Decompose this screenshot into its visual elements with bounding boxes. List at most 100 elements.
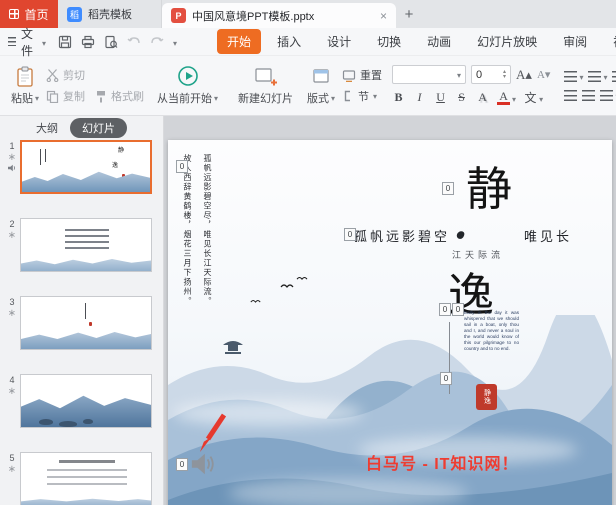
section-button[interactable]: 节 xyxy=(342,88,382,104)
transition-star-icon xyxy=(8,152,16,163)
slide-1-thumbnail[interactable]: 静 逸 xyxy=(20,140,152,194)
print-button[interactable] xyxy=(81,35,95,49)
ribbon-tab-insert[interactable]: 插入 xyxy=(267,29,311,54)
slide-panel: 大纲 幻灯片 1 静 逸 xyxy=(0,116,164,505)
thumb-mountains xyxy=(22,171,150,192)
slide-item-3[interactable]: 3 xyxy=(4,296,163,350)
bullets-button[interactable] xyxy=(564,69,583,83)
poem-text-column-2[interactable]: 孤帆远影碧空尽，唯见长江天际流。 xyxy=(202,154,213,322)
reset-button[interactable]: 重置 xyxy=(342,67,382,83)
text-tool-caret-icon xyxy=(539,91,543,105)
copy-icon xyxy=(46,90,59,103)
slide-thumbnail-list: 1 静 逸 2 xyxy=(0,140,163,505)
slide-2-thumbnail[interactable] xyxy=(20,218,152,272)
numbering-caret-icon xyxy=(603,69,607,83)
cut-label: 剪切 xyxy=(63,70,86,82)
decrease-font-size-button[interactable]: A▾ xyxy=(537,68,550,81)
title-char-jing[interactable]: 静 xyxy=(466,166,512,212)
red-seal-stamp[interactable]: 静逸 xyxy=(476,384,497,410)
new-slide-button[interactable]: 新建幻灯片 xyxy=(231,59,300,112)
animation-order-badge[interactable]: 0 xyxy=(344,228,356,241)
customize-toolbar-caret-icon[interactable] xyxy=(173,35,177,49)
slide-number: 2 xyxy=(9,219,15,229)
english-poem-text[interactable]: Early in the day it was whispered that w… xyxy=(464,310,519,352)
paste-button[interactable]: 粘贴 xyxy=(4,59,46,112)
text-shadow-button[interactable]: A xyxy=(476,90,489,105)
slide-item-5[interactable]: 5 xyxy=(4,452,163,505)
font-size-value: 0 xyxy=(476,68,483,81)
font-family-combobox[interactable] xyxy=(392,65,467,84)
animation-order-badge[interactable]: 0 xyxy=(442,182,454,195)
cut-button[interactable]: 剪切 xyxy=(46,67,144,83)
animation-order-badge[interactable]: 0 xyxy=(439,303,451,316)
thumb-seal xyxy=(89,322,92,326)
quick-access-toolbar xyxy=(58,35,177,49)
red-annotation-arrow xyxy=(200,413,227,452)
tab-presentation-file[interactable]: 中国风意境PPT模板.pptx × xyxy=(162,3,396,28)
layout-button[interactable]: 版式 xyxy=(300,59,342,112)
slide-3-thumbnail[interactable] xyxy=(20,296,152,350)
numbering-icon xyxy=(588,70,602,82)
print-preview-button[interactable] xyxy=(104,35,118,49)
copy-button[interactable]: 复制 xyxy=(46,88,85,104)
poem-text-column-1[interactable]: 故人西辞黄鹤楼，烟花三月下扬州。 xyxy=(182,154,193,322)
align-left-button[interactable] xyxy=(564,89,578,101)
close-tab-icon[interactable]: × xyxy=(380,9,387,23)
animation-order-badge[interactable]: 0 xyxy=(176,160,188,173)
thumb-mountains xyxy=(21,332,151,349)
line-spacing-button[interactable] xyxy=(612,69,616,83)
font-size-combobox[interactable]: 0 ▴ ▾ xyxy=(471,65,512,84)
caption-sub-text[interactable]: 江天际流 xyxy=(452,248,504,261)
animation-order-badge[interactable]: 0 xyxy=(452,303,464,316)
tab-outline[interactable]: 大纲 xyxy=(36,120,58,136)
ribbon-tab-slideshow[interactable]: 幻灯片放映 xyxy=(467,29,547,54)
tab-docer-templates[interactable]: 稻壳模板 xyxy=(58,0,162,28)
layout-icon xyxy=(313,68,329,83)
new-tab-button[interactable]: + xyxy=(396,0,422,28)
increase-font-size-button[interactable]: A▴ xyxy=(516,67,532,83)
undo-button[interactable] xyxy=(127,36,141,48)
ribbon-tab-design[interactable]: 设计 xyxy=(317,29,361,54)
new-slide-icon xyxy=(254,67,277,85)
numbering-button[interactable] xyxy=(588,69,607,83)
tab-slides[interactable]: 幻灯片 xyxy=(70,118,127,138)
font-color-button[interactable]: A xyxy=(497,90,511,106)
align-center-button[interactable] xyxy=(582,89,596,101)
ribbon-tab-review[interactable]: 审阅 xyxy=(553,29,597,54)
ribbon-tab-view[interactable]: 视图 xyxy=(603,29,616,54)
caption-right-text[interactable]: 唯见长 xyxy=(524,226,572,245)
font-size-spinner[interactable]: ▴ ▾ xyxy=(503,69,506,80)
bold-button[interactable]: B xyxy=(392,90,405,105)
play-from-current-button[interactable]: 从当前开始 xyxy=(150,59,225,112)
slide-editor-canvas[interactable]: 故人西辞黄鹤楼，烟花三月下扬州。 孤帆远影碧空尽，唯见长江天际流。 静 逸 孤帆… xyxy=(164,116,616,505)
file-menu-button[interactable]: 文件 xyxy=(8,25,46,59)
layout-caret-icon xyxy=(331,92,335,104)
ribbon-tab-transitions[interactable]: 切换 xyxy=(367,29,411,54)
bird-icon xyxy=(296,277,308,280)
align-right-button[interactable] xyxy=(600,88,616,102)
slide-5-thumbnail[interactable] xyxy=(20,452,152,505)
ribbon-tab-animation[interactable]: 动画 xyxy=(417,29,461,54)
strikethrough-button[interactable]: S xyxy=(455,90,468,105)
slide-4-thumbnail[interactable] xyxy=(20,374,152,428)
animation-order-badge[interactable]: 0 xyxy=(176,458,188,471)
align-center-icon xyxy=(582,89,596,101)
slide-item-1[interactable]: 1 静 逸 xyxy=(4,140,163,194)
section-icon xyxy=(344,90,351,102)
slide-item-2[interactable]: 2 xyxy=(4,218,163,272)
caption-left-text[interactable]: 孤帆远影碧空 xyxy=(354,226,450,245)
format-painter-button[interactable]: 格式刷 xyxy=(95,88,144,104)
new-slide-label: 新建幻灯片 xyxy=(238,92,294,105)
animation-order-badge[interactable]: 0 xyxy=(440,372,452,385)
home-label: 首页 xyxy=(24,7,49,22)
text-tool-button[interactable]: 文 xyxy=(524,89,537,106)
ribbon-tab-home[interactable]: 开始 xyxy=(217,29,262,54)
save-button[interactable] xyxy=(58,35,72,49)
slide-item-4[interactable]: 4 xyxy=(4,374,163,428)
underline-button[interactable]: U xyxy=(434,90,447,105)
align-left-icon xyxy=(564,89,578,101)
slide-canvas[interactable]: 故人西辞黄鹤楼，烟花三月下扬州。 孤帆远影碧空尽，唯见长江天际流。 静 逸 孤帆… xyxy=(168,140,612,505)
redo-button[interactable] xyxy=(150,36,164,48)
italic-button[interactable]: I xyxy=(413,90,426,105)
slide-number: 1 xyxy=(9,141,15,151)
